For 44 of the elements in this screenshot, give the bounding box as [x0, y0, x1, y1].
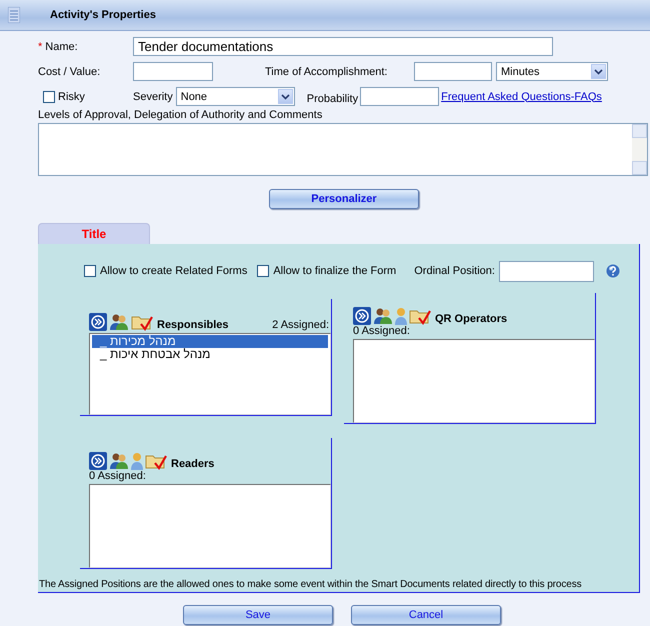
- option-checkbox[interactable]: [257, 265, 270, 277]
- time-field[interactable]: [414, 62, 492, 81]
- assigned-list[interactable]: _ מנהל מכירות _ מנהל אבטחת איכות: [89, 333, 331, 415]
- field-label: * Name:: [38, 40, 79, 52]
- list-item[interactable]: _ מנהל מכירות: [92, 335, 328, 348]
- people-icon[interactable]: [109, 452, 129, 470]
- faq-link[interactable]: Frequent Asked Questions-FAQs: [441, 90, 602, 102]
- field-label: Time of Accomplishment:: [265, 66, 388, 78]
- assigned-count: 0 Assigned:: [353, 325, 410, 337]
- double-arrow-icon[interactable]: [89, 313, 107, 331]
- people-icon[interactable]: [109, 313, 129, 331]
- footnote: The Assigned Positions are the allowed ones to make some event within the Smart Documents related directly to this process: [38, 579, 583, 592]
- comments-field[interactable]: [38, 123, 648, 176]
- personalizer-button[interactable]: Personalizer: [269, 189, 419, 209]
- name-field[interactable]: Tender documentations: [133, 37, 553, 56]
- probability-field[interactable]: [360, 87, 440, 106]
- field-label: Probability: [306, 92, 358, 104]
- assigned-count: 0 Assigned:: [89, 470, 146, 482]
- field-label: Levels of Approval, Delegation of Authority and Comments: [38, 109, 324, 121]
- double-arrow-icon[interactable]: [353, 307, 371, 325]
- cost-field[interactable]: [133, 62, 213, 81]
- option-checkbox[interactable]: [84, 265, 96, 277]
- checkbox-label: Allow to create Related Forms: [100, 265, 248, 277]
- assigned-count: 2 Assigned:: [272, 319, 329, 331]
- window-title: Activity's Properties: [50, 9, 156, 21]
- menu-icon[interactable]: [8, 7, 20, 23]
- panel-title: QR Operators: [435, 313, 508, 325]
- people-icon[interactable]: [373, 307, 393, 325]
- panel-title: Readers: [171, 458, 214, 470]
- ordinal-position-field[interactable]: [498, 260, 594, 282]
- unit-dropdown[interactable]: Minutes: [496, 62, 608, 81]
- risky-checkbox[interactable]: [43, 90, 55, 102]
- help-icon[interactable]: [606, 264, 620, 278]
- checkbox-label: Risky: [58, 90, 85, 102]
- list-item[interactable]: _ מנהל אבטחת איכות: [92, 348, 328, 361]
- field-label: Cost / Value:: [38, 66, 102, 78]
- checkbox-label: Allow to finalize the Form: [273, 265, 396, 277]
- field-label: Ordinal Position:: [414, 265, 495, 277]
- severity-dropdown[interactable]: None: [176, 87, 295, 106]
- double-arrow-icon[interactable]: [89, 452, 107, 470]
- field-label: Severity: [133, 90, 173, 102]
- panel-title: Responsibles: [157, 319, 229, 331]
- form-button[interactable]: Save: [183, 605, 333, 625]
- form-button[interactable]: Cancel: [351, 605, 501, 625]
